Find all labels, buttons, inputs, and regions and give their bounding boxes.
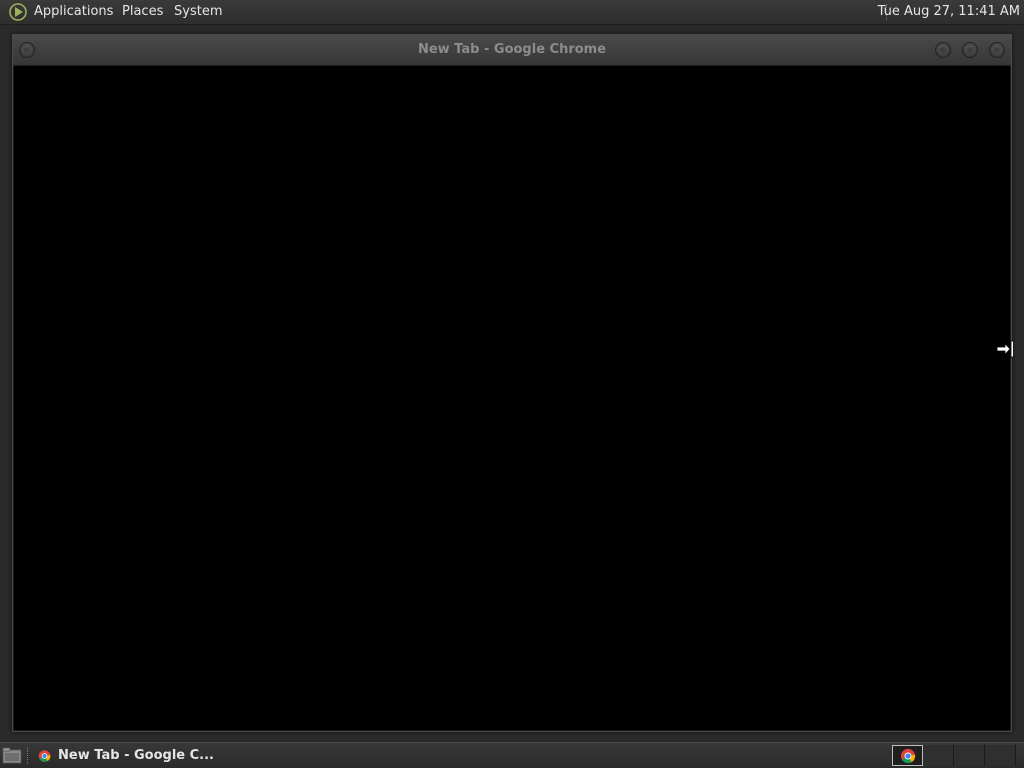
menu-logo-icon[interactable] (8, 2, 28, 22)
workspace-4[interactable] (985, 745, 1016, 766)
window-title: New Tab - Google Chrome (417, 42, 607, 57)
chrome-icon (38, 749, 51, 762)
window-titlebar[interactable]: New Tab - Google Chrome (13, 35, 1011, 66)
system-menu[interactable]: System (174, 4, 222, 20)
applications-menu[interactable]: Applications (34, 4, 113, 20)
taskbar-separator (27, 747, 31, 764)
chrome-window: New Tab - Google Chrome (12, 34, 1012, 732)
resize-right-cursor-icon (996, 340, 1014, 358)
workspace-switcher (892, 745, 1020, 766)
show-desktop-icon[interactable] (2, 747, 22, 764)
workspace-3[interactable] (954, 745, 985, 766)
bottom-panel: New Tab - Google C... (0, 742, 1024, 768)
window-content[interactable] (14, 66, 1010, 730)
clock[interactable]: Tue Aug 27, 11:41 AM (878, 4, 1020, 20)
close-button[interactable] (989, 42, 1005, 58)
minimize-button[interactable] (935, 42, 951, 58)
maximize-button[interactable] (962, 42, 978, 58)
chrome-icon (900, 748, 916, 764)
places-menu[interactable]: Places (122, 4, 163, 20)
top-panel: Applications Places System Tue Aug 27, 1… (0, 0, 1024, 25)
taskbar-chrome-button[interactable]: New Tab - Google C... (34, 744, 214, 767)
task-label: New Tab - Google C... (58, 748, 214, 763)
workspace-2[interactable] (923, 745, 954, 766)
workspace-1[interactable] (892, 745, 923, 766)
